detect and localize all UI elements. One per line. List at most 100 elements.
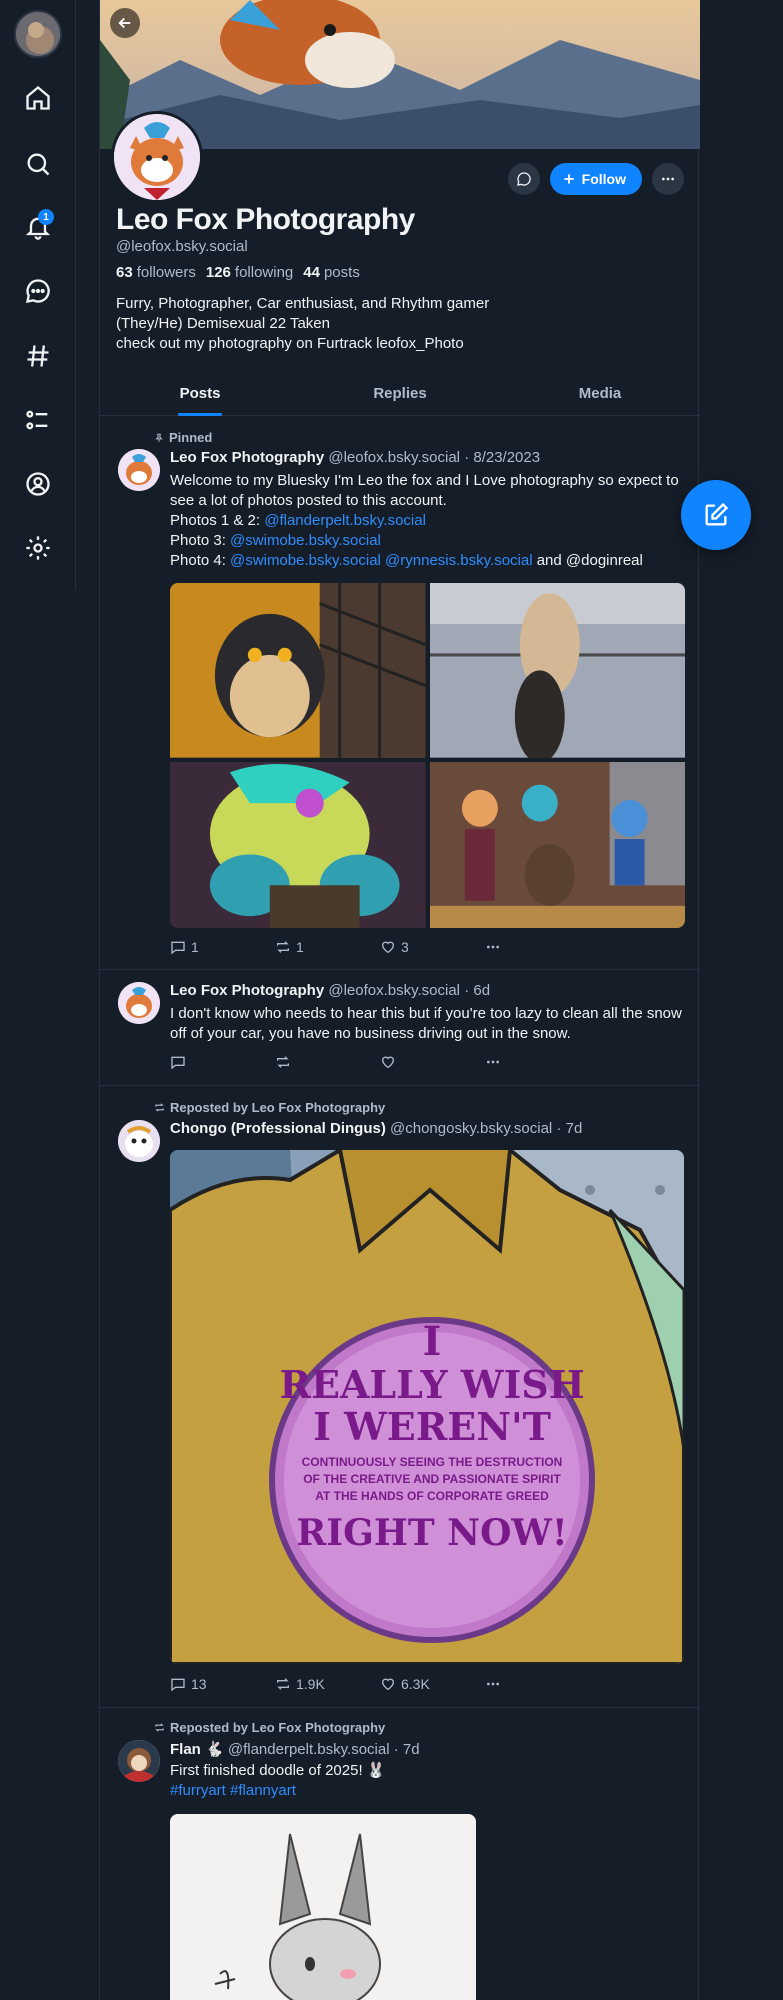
hashtag-icon[interactable] [20,338,56,374]
search-icon[interactable] [20,146,56,182]
like-button[interactable]: 3 [380,939,485,955]
post-text: Welcome to my Bluesky I'm Leo the fox an… [170,472,679,569]
tab-posts[interactable]: Posts [100,372,300,416]
author-name[interactable]: Chongo (Professional Dingus) [170,1120,386,1137]
sidebar: 1 [0,0,76,590]
display-name: Leo Fox Photography [116,203,415,236]
avatar[interactable] [118,1120,160,1162]
repost-button[interactable]: 1.9K [275,1676,380,1692]
profile-bio: Furry, Photographer, Car enthusiast, and… [116,295,490,352]
followers-stat[interactable]: 63 followers [116,264,196,281]
heart-icon [381,1678,395,1691]
author-name[interactable]: Leo Fox Photography [170,982,324,999]
mention-link[interactable]: @rynnesis.bsky.social [385,552,533,569]
profile-handle: @leofox.bsky.social [116,238,248,255]
post-header: Leo Fox Photography @leofox.bsky.social … [170,982,490,999]
bell-icon[interactable]: 1 [20,209,56,245]
reply-icon [171,1678,185,1692]
hashtag-links[interactable]: #furryart #flannyart [170,1781,685,1801]
mention-link[interactable]: @flanderpelt.bsky.social [264,512,426,529]
author-handle[interactable]: @leofox.bsky.social [328,982,460,999]
user-circle-icon[interactable] [20,466,56,502]
gear-icon[interactable] [20,530,56,566]
repost-icon [277,941,289,953]
post-menu-button[interactable] [485,1054,590,1070]
post-text: I don't know who needs to hear this but … [170,1005,682,1042]
profile-main: Follow Leo Fox Photography @leofox.bsky.… [99,0,700,2000]
post-image[interactable]: I REALLY WISH I WEREN'T CONTINUOUSLY SEE… [170,1150,684,1664]
pin-icon [155,433,163,442]
author-handle[interactable]: @chongosky.bsky.social [390,1120,552,1137]
ellipsis-icon [487,1682,499,1686]
mention-link[interactable]: @swimobe.bsky.social [230,532,381,549]
post-time: · 7d [393,1741,420,1758]
like-button[interactable] [380,1054,485,1070]
post-time: · 6d [464,982,491,999]
avatar[interactable] [118,1740,160,1782]
repost-button[interactable]: 1 [275,939,380,955]
photo-2[interactable] [429,583,685,763]
post-repost[interactable]: Reposted by Leo Fox Photography Flan 🐇 @… [100,1708,700,2000]
button-slogan: I REALLY WISH I WEREN'T CONTINUOUSLY SEE… [279,1318,585,1555]
post-header: Chongo (Professional Dingus) @chongosky.… [170,1120,582,1137]
compose-button[interactable] [681,480,751,550]
mention-link[interactable]: @swimobe.bsky.social [230,552,381,569]
repost-button[interactable] [275,1054,380,1070]
post-actions: 13 1.9K 6.3K [170,1676,590,1692]
tab-media[interactable]: Media [500,372,700,415]
photo-1[interactable] [170,583,427,758]
photo-3[interactable] [170,761,426,928]
current-user-avatar[interactable] [14,10,62,58]
avatar[interactable] [118,982,160,1024]
follow-button[interactable]: Follow [549,163,642,195]
ellipsis-icon [487,1060,499,1064]
avatar[interactable] [118,449,160,491]
repost-icon [155,1723,164,1732]
following-stat[interactable]: 126 following [206,264,293,281]
author-handle[interactable]: @flanderpelt.bsky.social [228,1741,390,1758]
repost-icon [277,1678,289,1690]
profile-actions: Follow [507,163,684,195]
list-icon[interactable] [20,402,56,438]
repost-icon [277,1056,289,1068]
reply-button[interactable]: 13 [170,1676,275,1692]
repost-context: Reposted by Leo Fox Photography [154,1100,385,1115]
profile-tabs: Posts Replies Media [100,372,700,416]
home-icon[interactable] [20,80,56,116]
post-time: · 7d [556,1120,583,1137]
pinned-context: Pinned [154,430,212,445]
post-actions: 1 1 3 [170,939,590,955]
follow-label: Follow [581,171,626,187]
message-button[interactable] [507,163,540,195]
more-options-button[interactable] [652,163,684,195]
reply-icon [171,941,185,955]
compose-icon [705,502,729,526]
notification-badge: 1 [38,209,54,225]
post-menu-button[interactable] [485,1676,590,1692]
author-handle[interactable]: @leofox.bsky.social [328,449,460,466]
profile-stats: 63 followers 126 following 44 posts [116,264,360,281]
post[interactable]: Leo Fox Photography @leofox.bsky.social … [100,970,700,1086]
post-menu-button[interactable] [485,939,590,955]
author-name[interactable]: Flan 🐇 [170,1741,224,1758]
post-image[interactable] [170,1814,476,2000]
reply-button[interactable]: 1 [170,939,275,955]
heart-icon [381,1056,395,1069]
author-name[interactable]: Leo Fox Photography [170,449,324,466]
back-button[interactable] [110,8,140,38]
profile-avatar[interactable] [111,111,203,203]
post-pinned[interactable]: Pinned Leo Fox Photography @leofox.bsky.… [100,417,700,970]
like-button[interactable]: 6.3K [380,1676,485,1692]
posts-stat: 44 posts [303,264,360,281]
image-grid [170,583,685,928]
post-actions [170,1054,590,1070]
photo-4[interactable] [429,761,685,928]
tab-replies[interactable]: Replies [300,372,500,415]
post-text: First finished doodle of 2025! 🐰 #furrya… [170,1761,685,1801]
post-repost[interactable]: Reposted by Leo Fox Photography Chongo (… [100,1086,700,1708]
plus-icon [564,174,574,184]
heart-icon [381,941,395,954]
chat-icon[interactable] [20,273,56,309]
post-header: Leo Fox Photography @leofox.bsky.social … [170,449,540,466]
reply-button[interactable] [170,1054,275,1070]
